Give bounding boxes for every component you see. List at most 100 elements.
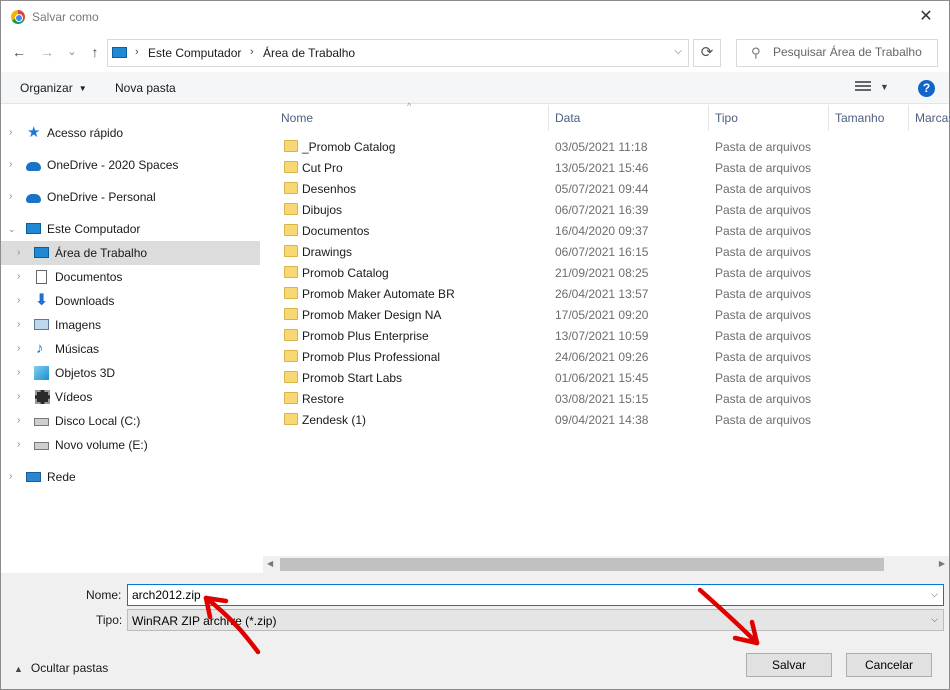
file-row[interactable]: Cut Pro 13/05/2021 15:46 Pasta de arquivos — [263, 157, 949, 178]
file-row[interactable]: Promob Catalog 21/09/2021 08:25 Pasta de a… — [263, 262, 949, 283]
scroll-right-icon[interactable]: ▶ — [939, 559, 945, 568]
file-type-select[interactable]: WinRAR ZIP archive (*.zip) ⌵ — [127, 609, 944, 631]
sidebar-item-musicas[interactable]: › ♪ Músicas — [1, 337, 260, 361]
scrollbar-thumb[interactable] — [280, 558, 884, 571]
forward-icon[interactable]: → — [36, 40, 58, 64]
horizontal-scrollbar[interactable]: ◀ ▶ — [263, 556, 949, 573]
chevron-down-icon[interactable]: ⌄ — [8, 224, 16, 235]
file-row[interactable]: _Promob Catalog 03/05/2021 11:18 Pasta de … — [263, 136, 949, 157]
file-row[interactable]: Dibujos 06/07/2021 16:39 Pasta de arquivos — [263, 199, 949, 220]
file-date: 06/07/2021 16:39 — [555, 203, 649, 217]
chevron-right-icon[interactable]: › — [9, 191, 12, 202]
sidebar-item-objetos-3d[interactable]: › Objetos 3D — [1, 361, 260, 385]
caret-down-icon[interactable]: ▼ — [880, 82, 889, 92]
chevron-right-icon[interactable]: › — [17, 319, 20, 330]
folder-icon — [284, 140, 298, 152]
chevron-right-icon[interactable]: › — [17, 439, 20, 450]
sidebar-item-acesso-rapido[interactable]: › ★ Acesso rápido — [1, 121, 260, 145]
file-row[interactable]: Desenhos 05/07/2021 09:44 Pasta de arquivo… — [263, 178, 949, 199]
file-row[interactable]: Promob Plus Professional 24/06/2021 09:26… — [263, 346, 949, 367]
organize-menu[interactable]: Organizar ▼ — [20, 81, 87, 95]
search-box[interactable]: ⚲ — [736, 39, 938, 67]
folder-icon — [284, 224, 298, 236]
file-name-field[interactable]: ⌵ — [127, 584, 944, 606]
sidebar-item-este-computador[interactable]: ⌄ Este Computador — [1, 217, 260, 241]
file-row[interactable]: Documentos 16/04/2020 09:37 Pasta de arqui… — [263, 220, 949, 241]
sidebar-item-videos[interactable]: › Vídeos — [1, 385, 260, 409]
file-list: ^ Nome Data Tipo Tamanho Marcas _Promob … — [263, 101, 950, 572]
sidebar-item-novo-volume-e[interactable]: › Novo volume (E:) — [1, 433, 260, 457]
chevron-right-icon[interactable]: › — [17, 343, 20, 354]
column-header-name[interactable]: Nome — [281, 111, 313, 125]
sidebar-item-downloads[interactable]: › ⬇ Downloads — [1, 289, 260, 313]
file-row[interactable]: Zendesk (1) 09/04/2021 14:38 Pasta de arqu… — [263, 409, 949, 430]
sidebar-item-imagens[interactable]: › Imagens — [1, 313, 260, 337]
sidebar-item-area-de-trabalho[interactable]: › Área de Trabalho — [1, 241, 260, 265]
sidebar-item-disco-local-c[interactable]: › Disco Local (C:) — [1, 409, 260, 433]
column-divider[interactable] — [908, 105, 909, 131]
save-as-dialog: Salvar como ✕ ← → ⌄ ↑ › Este Computador … — [0, 0, 950, 690]
caret-up-icon: ▲ — [14, 664, 23, 674]
save-button[interactable]: Salvar — [746, 653, 832, 677]
chevron-right-icon[interactable]: › — [17, 295, 20, 306]
folder-icon — [284, 182, 298, 194]
address-bar[interactable]: › Este Computador › Área de Trabalho ⌵ — [107, 39, 689, 67]
breadcrumb-area-de-trabalho[interactable]: Área de Trabalho — [263, 46, 355, 60]
file-date: 13/05/2021 15:46 — [555, 161, 649, 175]
folder-icon — [284, 413, 298, 425]
file-row[interactable]: Promob Start Labs 01/06/2021 15:45 Pasta d… — [263, 367, 949, 388]
chevron-right-icon[interactable]: › — [9, 127, 12, 138]
file-row[interactable]: Promob Maker Design NA 17/05/2021 09:20 Pa… — [263, 304, 949, 325]
search-input[interactable] — [773, 45, 933, 59]
chevron-right-icon[interactable]: › — [17, 271, 20, 282]
sidebar-item-documentos[interactable]: › Documentos — [1, 265, 260, 289]
cancel-button[interactable]: Cancelar — [846, 653, 932, 677]
file-date: 24/06/2021 09:26 — [555, 350, 649, 364]
column-header-type[interactable]: Tipo — [715, 111, 738, 125]
column-divider[interactable] — [548, 105, 549, 131]
breadcrumb-este-computador[interactable]: Este Computador — [148, 46, 241, 60]
chevron-right-icon[interactable]: › — [17, 367, 20, 378]
desktop-icon — [34, 247, 49, 258]
file-row[interactable]: Promob Plus Enterprise 13/07/2021 10:59 Pa… — [263, 325, 949, 346]
sidebar-item-onedrive-personal[interactable]: › OneDrive - Personal — [1, 185, 260, 209]
file-row[interactable]: Restore 03/08/2021 15:15 Pasta de arquivos — [263, 388, 949, 409]
refresh-button[interactable]: ⟳ — [693, 39, 721, 67]
file-row[interactable]: Drawings 06/07/2021 16:15 Pasta de arquivo… — [263, 241, 949, 262]
chevron-down-icon[interactable]: ⌵ — [674, 46, 682, 57]
chevron-right-icon[interactable]: › — [17, 391, 20, 402]
new-folder-button[interactable]: Nova pasta — [115, 81, 176, 95]
column-divider[interactable] — [708, 105, 709, 131]
navigation-bar: ← → ⌄ ↑ › Este Computador › Área de Trab… — [1, 32, 949, 72]
chevron-right-icon[interactable]: › — [9, 471, 12, 482]
file-row[interactable]: Promob Maker Automate BR 26/04/2021 13:57… — [263, 283, 949, 304]
sidebar-item-rede[interactable]: › Rede — [1, 465, 260, 489]
up-folder-icon[interactable]: ↑ — [84, 40, 106, 64]
column-header-date[interactable]: Data — [555, 111, 580, 125]
close-button[interactable]: ✕ — [903, 1, 949, 32]
recent-locations-icon[interactable]: ⌄ — [61, 40, 83, 64]
scroll-left-icon[interactable]: ◀ — [267, 559, 273, 568]
computer-icon — [112, 47, 127, 58]
column-header-size[interactable]: Tamanho — [835, 111, 884, 125]
chevron-down-icon[interactable]: ⌵ — [931, 589, 938, 600]
caret-down-icon: ▼ — [78, 84, 87, 93]
file-name-input[interactable] — [132, 588, 912, 602]
chevron-right-icon[interactable]: › — [9, 159, 12, 170]
view-options-icon[interactable] — [855, 81, 871, 94]
file-type: Pasta de arquivos — [715, 392, 812, 406]
folder-icon — [284, 245, 298, 257]
hide-folders-toggle[interactable]: ▲ Ocultar pastas — [14, 661, 108, 675]
chevron-right-icon[interactable]: › — [17, 247, 20, 258]
chevron-down-icon[interactable]: ⌵ — [931, 614, 938, 625]
file-name: Promob Start Labs — [302, 371, 403, 385]
column-header-tags[interactable]: Marcas — [915, 111, 950, 125]
sidebar-item-onedrive-2020-spaces[interactable]: › OneDrive - 2020 Spaces — [1, 153, 260, 177]
file-date: 09/04/2021 14:38 — [555, 413, 649, 427]
column-divider[interactable] — [828, 105, 829, 131]
sidebar-item-label: Novo volume (E:) — [55, 438, 148, 452]
help-icon[interactable]: ? — [918, 80, 935, 97]
back-icon[interactable]: ← — [8, 40, 30, 64]
file-date: 01/06/2021 15:45 — [555, 371, 649, 385]
chevron-right-icon[interactable]: › — [17, 415, 20, 426]
